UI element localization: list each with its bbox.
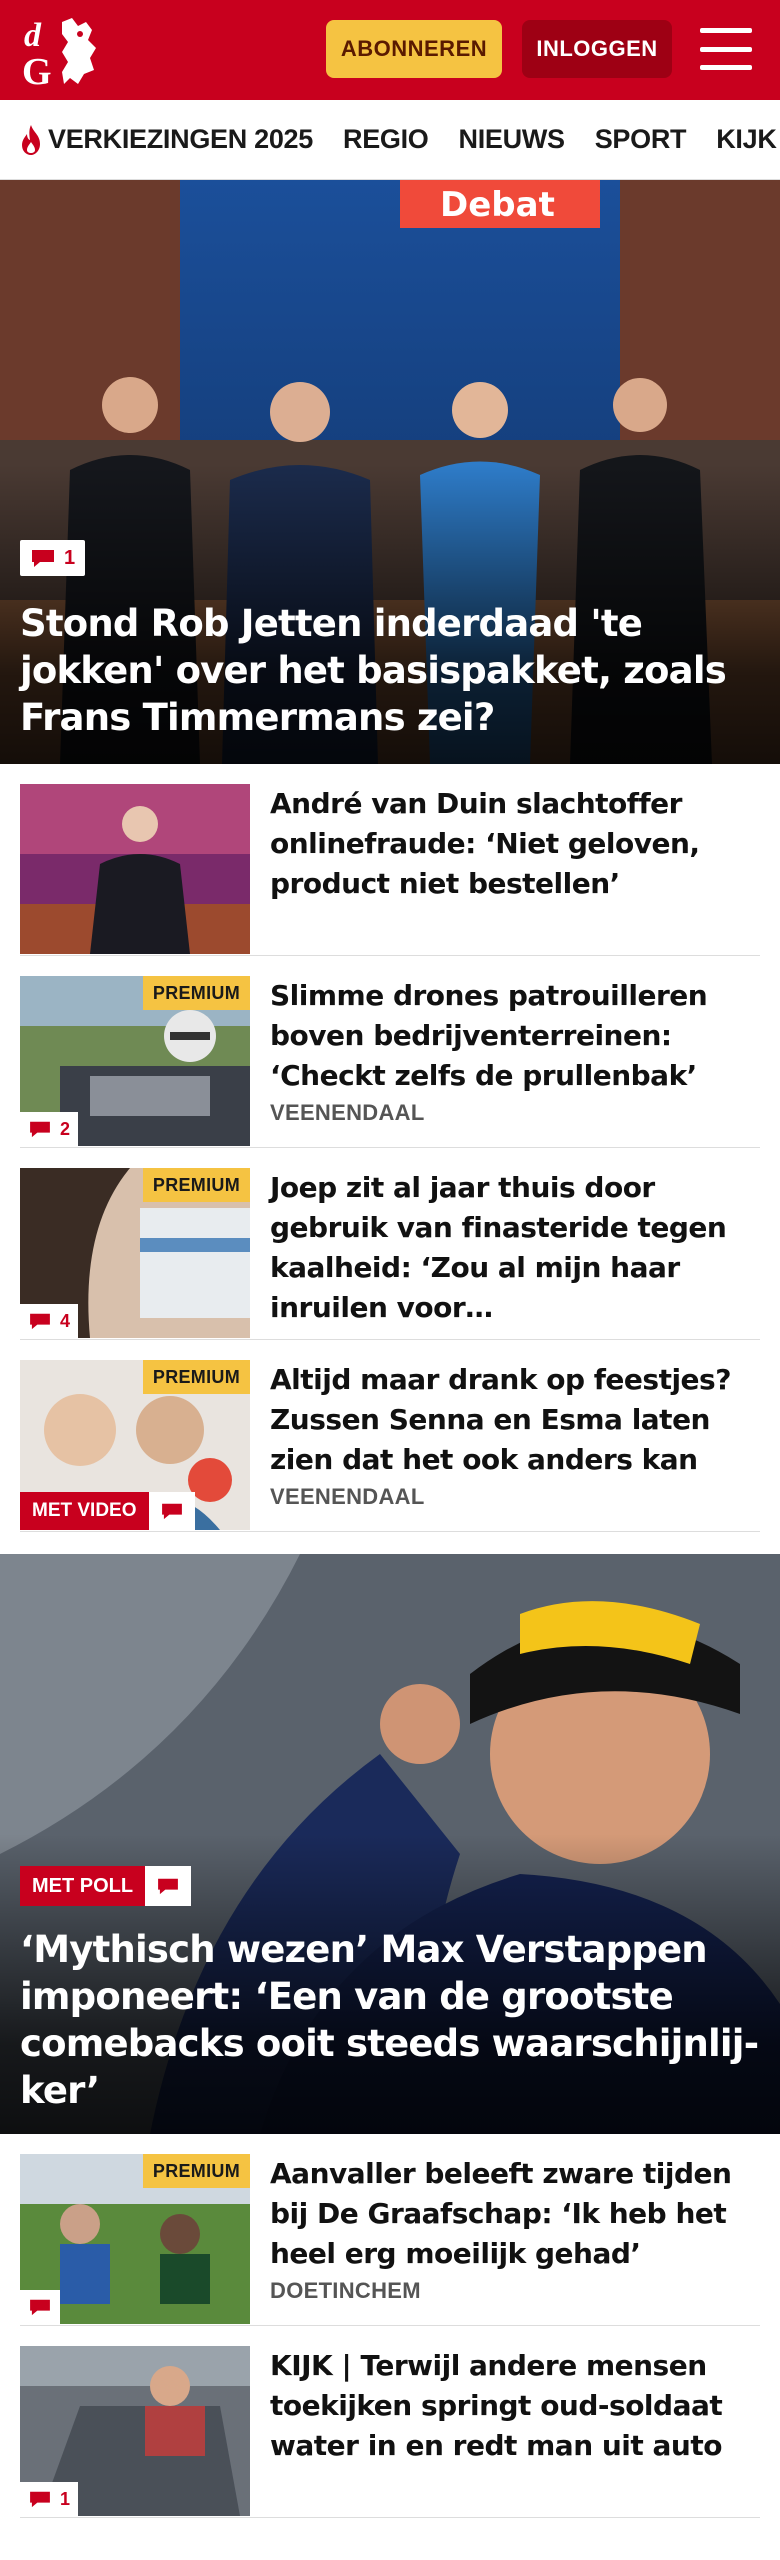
- list-item[interactable]: PREMIUM 2 Slimme drones patrouilleren bo…: [20, 956, 760, 1148]
- article-location: DOETINCHEM: [270, 2278, 421, 2303]
- premium-badge: PREMIUM: [142, 2154, 250, 2188]
- comment-count: 1: [60, 2488, 71, 2509]
- nav-item-kijk[interactable]: KIJK: [716, 124, 777, 155]
- comment-count-badge[interactable]: 1: [20, 2482, 79, 2516]
- article-thumbnail: PREMIUM 2: [20, 976, 250, 1146]
- article-title[interactable]: Joep zit al jaar thuis door gebruik van …: [270, 1168, 760, 1328]
- article-location: VEENENDAAL: [270, 1100, 425, 1125]
- comment-count: 1: [64, 546, 76, 569]
- comment-count: 4: [60, 1310, 71, 1331]
- login-button[interactable]: INLOGGEN: [522, 20, 672, 78]
- comment-icon: [158, 1878, 179, 1895]
- article-title[interactable]: Aanvaller beleeft zware tijden bij De Gr…: [270, 2154, 760, 2274]
- article-thumbnail: [20, 784, 250, 954]
- svg-text:d: d: [24, 17, 42, 54]
- article-thumbnail: PREMIUM MET VIDEO: [20, 1360, 250, 1530]
- hero-article-verstappen[interactable]: MET POLL ‘Mythisch wezen’ Max Verstappen…: [0, 1554, 780, 2134]
- article-title[interactable]: André van Duin slachtoffer onlinefraude:…: [270, 784, 760, 904]
- subscribe-button[interactable]: ABONNEREN: [326, 20, 502, 78]
- article-title[interactable]: Altijd maar drank op feestjes? Zussen Se…: [270, 1360, 760, 1480]
- article-title[interactable]: Slimme drones patrouilleren boven bedrij…: [270, 976, 760, 1096]
- debat-banner: Debat: [440, 185, 555, 225]
- section-nav: VERKIEZINGEN 2025 REGIO NIEUWS SPORT KIJ…: [0, 100, 780, 180]
- comment-count: 2: [60, 1118, 71, 1139]
- list-item[interactable]: PREMIUM MET VIDEO Altijd maar drank op f…: [20, 1340, 760, 1532]
- nav-item-sport[interactable]: SPORT: [595, 124, 687, 155]
- comment-icon: [161, 1503, 182, 1520]
- article-thumbnail: 1: [20, 2346, 250, 2516]
- article-thumbnail: PREMIUM: [20, 2154, 250, 2324]
- comment-count-badge[interactable]: 4: [20, 1304, 79, 1338]
- hero-title[interactable]: ‘Mythisch wezen’ Max Verstappen imponeer…: [20, 1926, 760, 2114]
- list-item[interactable]: PREMIUM Aanvaller beleeft zware tijden b…: [20, 2134, 760, 2326]
- list-item[interactable]: PREMIUM 4 Joep zit al jaar thuis door ge…: [20, 1148, 760, 1340]
- comment-icon: [30, 1313, 50, 1330]
- poll-badge[interactable]: MET POLL: [20, 1866, 192, 1906]
- logo-icon: d G: [22, 17, 96, 88]
- hero-title[interactable]: Stond Rob Jetten inderdaad 'te jokken' o…: [20, 600, 760, 741]
- comment-icon: [32, 550, 54, 567]
- article-list: André van Duin slachtoffer onlinefraude:…: [0, 764, 780, 1532]
- comment-count-badge[interactable]: 2: [20, 1112, 79, 1146]
- menu-icon[interactable]: [700, 28, 752, 70]
- premium-badge: PREMIUM: [142, 1168, 250, 1202]
- hero-article[interactable]: Debat 1 Stond Rob Jetten inderdaad 'te j…: [0, 180, 780, 764]
- comment-icon: [30, 1121, 50, 1138]
- article-title[interactable]: KIJK | Terwijl andere mensen toekijken s…: [270, 2346, 760, 2466]
- site-logo[interactable]: d G: [20, 10, 120, 90]
- flame-icon: [22, 124, 40, 155]
- nav-item-regio[interactable]: REGIO: [343, 124, 429, 155]
- comment-count-badge[interactable]: [20, 2290, 60, 2324]
- comment-icon: [30, 2299, 50, 2316]
- list-item[interactable]: André van Duin slachtoffer onlinefraude:…: [20, 764, 760, 956]
- nav-item-verkiezingen[interactable]: VERKIEZINGEN 2025: [18, 124, 313, 156]
- article-thumbnail: PREMIUM 4: [20, 1168, 250, 1338]
- premium-badge: PREMIUM: [142, 976, 250, 1010]
- nav-label: VERKIEZINGEN 2025: [48, 124, 313, 154]
- site-header: d G ABONNEREN INLOGGEN: [0, 0, 780, 100]
- article-location: VEENENDAAL: [270, 1484, 425, 1509]
- list-item[interactable]: 1 KIJK | Terwijl andere mensen toekijken…: [20, 2326, 760, 2518]
- comment-count-badge[interactable]: 1: [20, 540, 86, 576]
- poll-label: MET POLL: [20, 1866, 146, 1906]
- premium-badge: PREMIUM: [142, 1360, 250, 1394]
- article-list-2: PREMIUM Aanvaller beleeft zware tijden b…: [0, 2134, 780, 2518]
- comment-icon: [30, 2491, 50, 2508]
- video-badge[interactable]: MET VIDEO: [20, 1492, 195, 1530]
- svg-text:G: G: [22, 51, 52, 88]
- video-label: MET VIDEO: [20, 1492, 149, 1530]
- nav-item-nieuws[interactable]: NIEUWS: [459, 124, 566, 155]
